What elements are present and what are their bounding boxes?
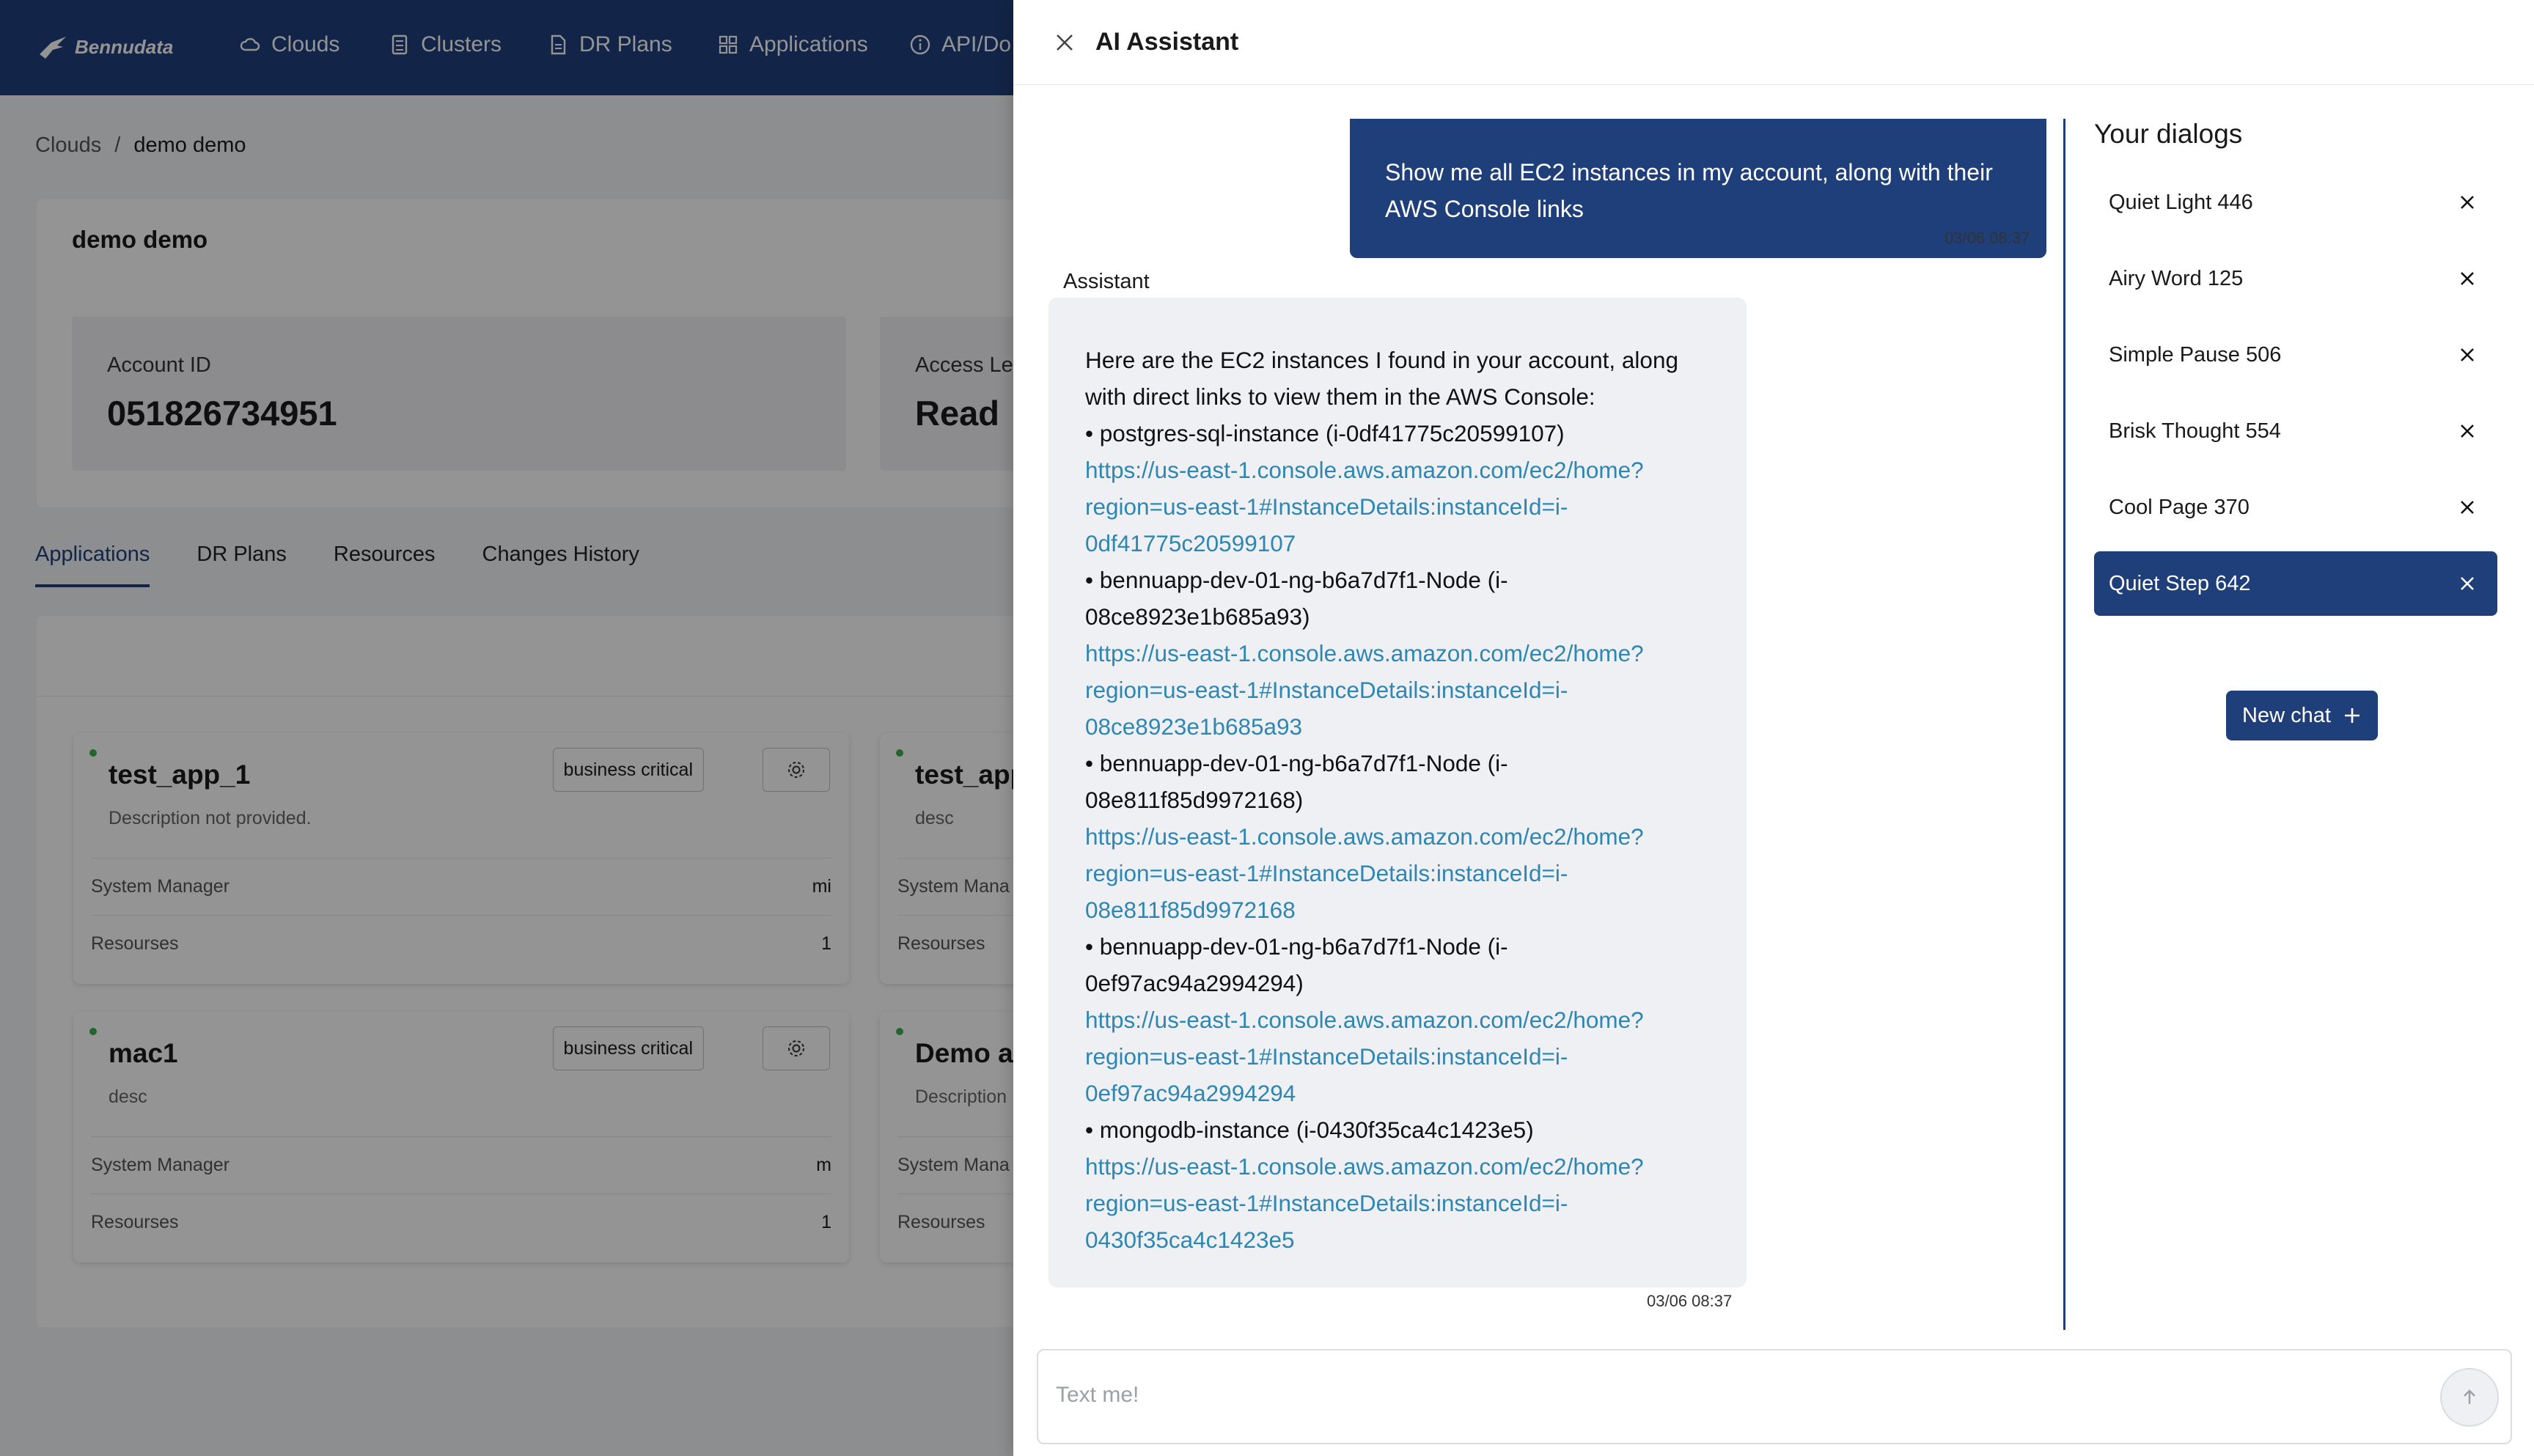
dialog-item-label: Quiet Step 642 — [2109, 571, 2251, 595]
reply-text-line: 08ce8923e1b685a93) — [1085, 603, 1310, 630]
dialog-item[interactable]: Airy Word 125 — [2094, 246, 2497, 311]
dialog-item[interactable]: Quiet Light 446 — [2094, 170, 2497, 235]
dialog-item[interactable]: Quiet Step 642 — [2094, 551, 2497, 616]
console-link-line[interactable]: https://us-east-1.console.aws.amazon.com… — [1085, 635, 1710, 672]
console-link-line[interactable]: region=us-east-1#InstanceDetails:instanc… — [1085, 1185, 1710, 1221]
message-composer[interactable]: Text me! — [1037, 1349, 2512, 1444]
assistant-message-bubble: Here are the EC2 instances I found in yo… — [1049, 298, 1747, 1287]
console-link-line[interactable]: region=us-east-1#InstanceDetails:instanc… — [1085, 672, 1710, 708]
console-link-line[interactable]: 08e811f85d9972168 — [1085, 891, 1710, 928]
dialog-item-label: Simple Pause 506 — [2109, 342, 2282, 367]
delete-dialog-icon[interactable] — [2456, 573, 2478, 595]
console-link-line[interactable]: 0ef97ac94a2994294 — [1085, 1075, 1710, 1111]
reply-text-line: • bennuapp-dev-01-ng-b6a7d7f1-Node (i- — [1085, 567, 1508, 593]
dialog-item[interactable]: Cool Page 370 — [2094, 475, 2497, 540]
console-link-line[interactable]: 0430f35ca4c1423e5 — [1085, 1221, 1710, 1258]
delete-dialog-icon[interactable] — [2456, 191, 2478, 213]
console-link-line[interactable]: https://us-east-1.console.aws.amazon.com… — [1085, 452, 1710, 488]
console-link-line[interactable]: region=us-east-1#InstanceDetails:instanc… — [1085, 488, 1710, 525]
console-link-line[interactable]: https://us-east-1.console.aws.amazon.com… — [1085, 1148, 1710, 1185]
delete-dialog-icon[interactable] — [2456, 344, 2478, 366]
drawer-title: AI Assistant — [1095, 28, 1239, 56]
user-message-bubble: Show me all EC2 instances in my account,… — [1350, 119, 2046, 258]
drawer-header: AI Assistant — [1013, 0, 2534, 85]
send-button[interactable] — [2440, 1368, 2499, 1427]
reply-text-line: Here are the EC2 instances I found in yo… — [1085, 347, 1678, 373]
dialog-item[interactable]: Simple Pause 506 — [2094, 323, 2497, 387]
user-message-timestamp: 03/06 08:37 — [1944, 229, 2030, 247]
ai-assistant-drawer: AI Assistant Show me all EC2 instances i… — [1013, 0, 2534, 1456]
dialogs-heading: Your dialogs — [2094, 119, 2243, 149]
new-chat-button[interactable]: New chat — [2226, 691, 2378, 740]
console-link-line[interactable]: region=us-east-1#InstanceDetails:instanc… — [1085, 855, 1710, 891]
delete-dialog-icon[interactable] — [2456, 496, 2478, 518]
assistant-sender-label: Assistant — [1063, 270, 1150, 293]
delete-dialog-icon[interactable] — [2456, 268, 2478, 290]
dialogs-sidebar: Your dialogs Quiet Light 446 Airy Word 12… — [2094, 119, 2512, 740]
user-message-line: AWS Console links — [1385, 196, 1584, 222]
dialog-item-label: Quiet Light 446 — [2109, 190, 2253, 214]
reply-text-line: • postgres-sql-instance (i-0df41775c2059… — [1085, 420, 1565, 446]
close-icon — [1057, 34, 1073, 51]
dialog-item-label: Brisk Thought 554 — [2109, 419, 2281, 443]
console-link-line[interactable]: https://us-east-1.console.aws.amazon.com… — [1085, 1001, 1710, 1038]
dialog-list: Quiet Light 446 Airy Word 125 Simple Pause… — [2094, 170, 2512, 616]
dialog-item-label: Cool Page 370 — [2109, 495, 2250, 519]
delete-dialog-icon[interactable] — [2456, 420, 2478, 442]
console-link-line[interactable]: 08ce8923e1b685a93 — [1085, 708, 1710, 745]
arrow-up-icon — [2464, 1389, 2475, 1404]
message-input[interactable]: Text me! — [1056, 1383, 1139, 1408]
user-message-line: Show me all EC2 instances in my account,… — [1385, 159, 1993, 185]
new-chat-label: New chat — [2242, 703, 2331, 727]
reply-text-line: • bennuapp-dev-01-ng-b6a7d7f1-Node (i- — [1085, 750, 1508, 776]
dialog-item[interactable]: Brisk Thought 554 — [2094, 399, 2497, 463]
plus-icon — [2344, 708, 2359, 723]
chat-history[interactable]: Show me all EC2 instances in my account,… — [1013, 85, 2062, 1331]
assistant-message-timestamp: 03/06 08:37 — [1647, 1292, 1733, 1310]
close-drawer-button[interactable] — [1050, 28, 1079, 57]
modal-backdrop[interactable] — [0, 0, 1013, 1456]
reply-text-line: • bennuapp-dev-01-ng-b6a7d7f1-Node (i- — [1085, 933, 1508, 960]
reply-text-line: with direct links to view them in the AW… — [1085, 383, 1595, 410]
reply-text-line: 0ef97ac94a2994294) — [1085, 970, 1304, 996]
chat-divider — [2063, 119, 2065, 1330]
dialog-item-label: Airy Word 125 — [2109, 266, 2244, 290]
console-link-line[interactable]: region=us-east-1#InstanceDetails:instanc… — [1085, 1038, 1710, 1075]
reply-text-line: • mongodb-instance (i-0430f35ca4c1423e5) — [1085, 1117, 1534, 1143]
console-link-line[interactable]: 0df41775c20599107 — [1085, 525, 1710, 562]
console-link-line[interactable]: https://us-east-1.console.aws.amazon.com… — [1085, 818, 1710, 855]
reply-text-line: 08e811f85d9972168) — [1085, 787, 1304, 813]
